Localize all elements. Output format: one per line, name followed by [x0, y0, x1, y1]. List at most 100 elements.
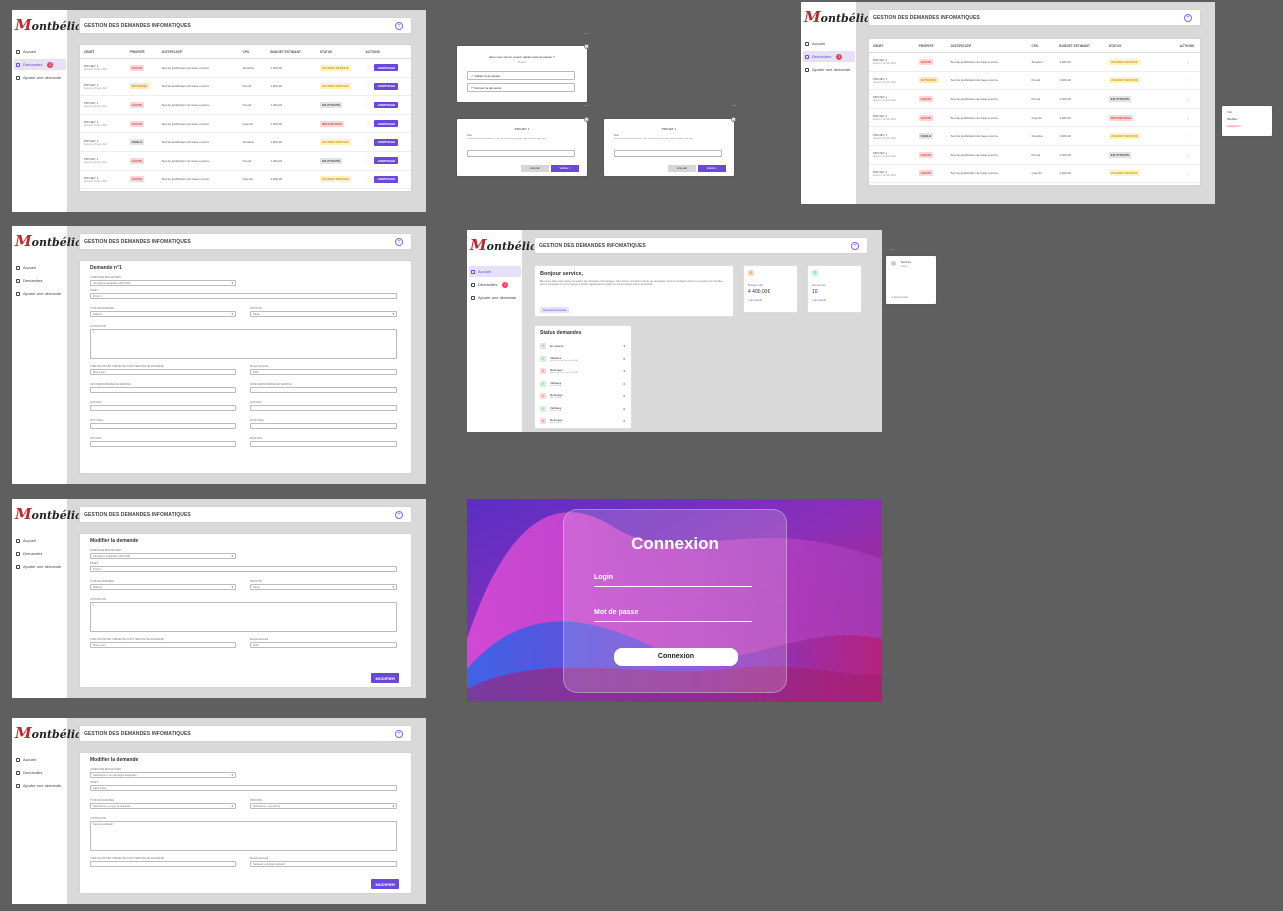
arbitrage-button[interactable]: ARBITRAGE	[374, 120, 399, 127]
type-select[interactable]: Matériel	[90, 311, 236, 317]
nav-home[interactable]: Accueil	[14, 535, 66, 546]
nav-requests[interactable]: Demandes 2	[14, 59, 66, 70]
more-vertical-icon[interactable]: ⋮	[365, 102, 370, 107]
cancel-button[interactable]: Annuler	[668, 165, 696, 172]
modify-button[interactable]: MODIFIER	[371, 879, 399, 889]
date-resp-input[interactable]	[250, 387, 397, 393]
arbitrage-button[interactable]: ARBITRAGE	[374, 64, 399, 72]
avis-ccm-input[interactable]	[90, 423, 236, 429]
nav-requests[interactable]: Demandes 2	[803, 51, 855, 62]
chef-input[interactable]: Mme Lauer	[90, 642, 236, 648]
budget-link[interactable]: + En savoir	[748, 298, 797, 302]
type-select[interactable]: Sélectionner un type de demande	[90, 803, 236, 809]
nav-home-label: Accueil	[23, 757, 36, 762]
chef-input[interactable]: Mme Lauer	[90, 369, 236, 375]
justification-textarea[interactable]: 1	[90, 329, 397, 359]
more-vertical-icon[interactable]: ⋮	[1186, 153, 1191, 157]
priority-select[interactable]: Sélectionner une priorité	[250, 803, 397, 809]
menu-delete[interactable]: Supprimer	[1227, 124, 1267, 131]
new-request-button[interactable]: Nouvelle demande	[540, 307, 570, 313]
chef-input[interactable]	[90, 861, 236, 867]
nav-add[interactable]: Ajouter une demande	[803, 64, 855, 75]
nav-home[interactable]: Accueil	[14, 262, 66, 273]
budget-input[interactable]: Saisissez le budget estimatif	[250, 861, 397, 867]
more-vertical-icon[interactable]: ⋮	[1186, 97, 1191, 101]
add-icon[interactable]: +	[395, 238, 403, 246]
nav-requests[interactable]: Demandes 2	[469, 279, 521, 290]
table-row: PROJET 1 Ajouté le 20 juin 2021 HAUTE Tex…	[869, 90, 1200, 109]
nav-add[interactable]: Ajouter une demande	[14, 72, 66, 83]
campaign-select[interactable]: Campagne budgétaire 2020-2021	[90, 280, 236, 286]
avis-resp-input[interactable]	[90, 387, 236, 393]
arbitrage-button[interactable]: ARBITRAGE	[374, 83, 399, 90]
campaign-select[interactable]: Campagne budgétaire 2020-2021	[90, 553, 236, 559]
password-input[interactable]: Mot de passe	[594, 609, 752, 622]
date-ccm-input[interactable]	[250, 423, 397, 429]
note-text: Vous vous rendez demande le n° des du ré…	[467, 138, 546, 140]
more-vertical-icon[interactable]: ⋮	[365, 177, 370, 182]
date-dsia-input[interactable]	[250, 405, 397, 411]
objet-input[interactable]: Saisir l'objet	[90, 785, 397, 791]
requests-link[interactable]: + En savoir	[812, 298, 861, 302]
nav-home[interactable]: Accueil	[469, 266, 521, 277]
more-vertical-icon[interactable]: ⋮	[365, 65, 370, 70]
add-icon[interactable]: +	[1184, 14, 1192, 22]
add-icon[interactable]: +	[851, 242, 859, 250]
logout-item[interactable]: ⇥ Déconnexion	[891, 296, 908, 299]
avis-des-input[interactable]	[90, 441, 236, 447]
budget-input[interactable]: 2000	[250, 369, 397, 375]
arbitrage-button[interactable]: ARBITRAGE	[374, 175, 399, 183]
more-vertical-icon[interactable]: ⋮	[1186, 60, 1191, 64]
nav-requests[interactable]: Demandes	[14, 548, 66, 559]
add-icon[interactable]: +	[395, 730, 403, 738]
nav-requests[interactable]: Demandes	[14, 767, 66, 778]
nav-add[interactable]: Ajouter une demande	[469, 292, 521, 303]
submit-button[interactable]: Valider ›	[551, 165, 579, 172]
more-vertical-icon[interactable]: ⋮	[365, 121, 370, 126]
add-icon[interactable]: +	[395, 511, 403, 519]
date-des-input[interactable]	[250, 441, 397, 447]
type-select[interactable]: Matériel	[90, 584, 236, 590]
cancel-button[interactable]: Annuler	[521, 165, 549, 172]
more-vertical-icon[interactable]: ⋮	[1186, 134, 1191, 138]
more-vertical-icon[interactable]: ⋮	[1186, 78, 1191, 82]
more-vertical-icon[interactable]: ⋮	[365, 158, 370, 163]
arbitrage-button[interactable]: ARBITRAGE	[374, 101, 399, 109]
nav-home[interactable]: Accueil	[803, 38, 855, 49]
justification-textarea[interactable]: 1	[90, 602, 397, 632]
more-vertical-icon[interactable]: ⋮	[365, 140, 370, 145]
close-icon[interactable]: ×	[584, 117, 589, 122]
validate-option[interactable]: ✓ Valider la demande	[467, 71, 575, 80]
avis-dsia-input[interactable]	[90, 405, 236, 411]
modify-button[interactable]: MODIFIER	[371, 673, 399, 683]
objet-input[interactable]: Projet 1	[90, 566, 397, 572]
more-vertical-icon[interactable]: ⋮	[365, 84, 370, 89]
nav-requests[interactable]: Demandes	[14, 275, 66, 286]
menu-edit[interactable]: Modifier	[1227, 117, 1267, 124]
campaign-select[interactable]: Sélectionner une campagne budgétaire	[90, 772, 236, 778]
nav-add[interactable]: Ajouter une demande	[14, 288, 66, 299]
budget-input[interactable]: 2000	[250, 642, 397, 648]
priority-select[interactable]: Haute	[250, 311, 397, 317]
priority-select[interactable]: Haute	[250, 584, 397, 590]
nav-add[interactable]: Ajouter une demande	[14, 780, 66, 791]
submit-button[interactable]: Valider ›	[698, 165, 726, 172]
login-button[interactable]: Connexion	[614, 648, 738, 666]
add-icon[interactable]: +	[395, 22, 403, 30]
more-vertical-icon[interactable]: ⋮	[1186, 116, 1191, 120]
refuse-option[interactable]: ↶ Refuser la demande	[467, 83, 575, 92]
login-input[interactable]: Login	[594, 574, 752, 587]
nav-home[interactable]: Accueil	[14, 754, 66, 765]
menu-view[interactable]: Voir	[1227, 110, 1267, 117]
close-icon[interactable]: ×	[584, 44, 589, 49]
close-icon[interactable]: ×	[731, 117, 736, 122]
nav-add[interactable]: Ajouter une demande	[14, 561, 66, 572]
arbitrage-button[interactable]: ARBITRAGE	[374, 138, 399, 146]
note-input[interactable]	[467, 150, 575, 157]
arbitrage-button[interactable]: ARBITRAGE	[374, 157, 399, 165]
note-input[interactable]	[614, 150, 722, 157]
justification-textarea[interactable]: Saisir le justificatif	[90, 821, 397, 851]
objet-input[interactable]: Projet 1	[90, 293, 397, 299]
nav-home[interactable]: Accueil	[14, 46, 66, 57]
more-vertical-icon[interactable]: ⋮	[1186, 171, 1191, 175]
